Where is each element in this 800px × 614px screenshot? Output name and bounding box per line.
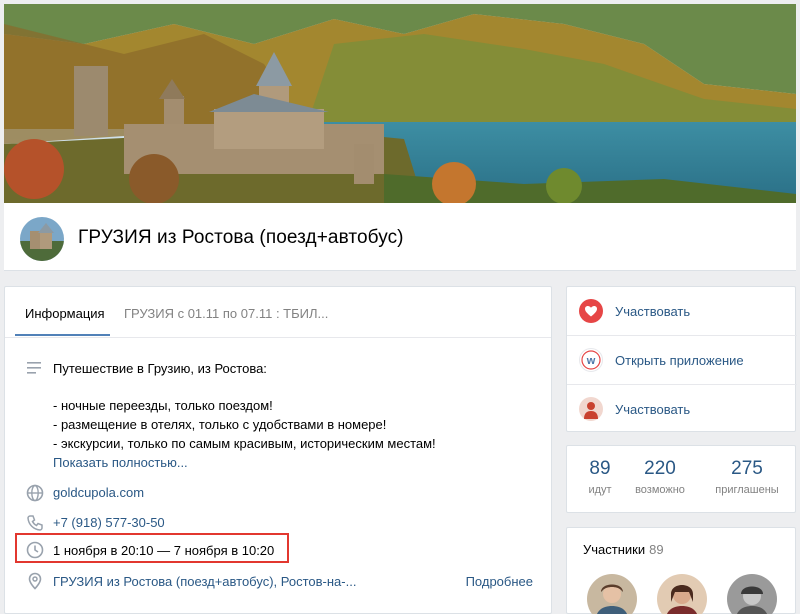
phone-icon (25, 513, 45, 533)
stat-going-value: 89 (589, 458, 611, 479)
participate-app-button[interactable]: Участвовать (567, 385, 797, 433)
cover-landscape (4, 4, 796, 204)
members-card: Участники 89 (566, 527, 796, 614)
app-icon: w (579, 348, 603, 372)
stat-invited-value: 275 (731, 458, 763, 479)
description-line: - экскурсии, только по самым красивым, и… (53, 436, 436, 451)
globe-icon (25, 483, 45, 503)
stat-maybe-label: возможно (635, 484, 685, 496)
show-more-link[interactable]: Показать полностью... (53, 455, 188, 470)
phone-row: +7 (918) 577-30-50 (5, 512, 553, 534)
phone-link[interactable]: +7 (918) 577-30-50 (53, 515, 165, 530)
description-line: - ночные переезды, только поездом! (53, 398, 273, 413)
person-avatar-icon (579, 397, 603, 421)
members-count: 89 (649, 542, 664, 557)
stat-going-label: идут (588, 484, 612, 496)
event-dates: 1 ноября в 20:10 — 7 ноября в 10:20 (53, 543, 275, 558)
location-pin-icon (25, 571, 45, 591)
stats-card: 89 идут 220 возможно 275 приглашены (566, 445, 796, 513)
active-tab-indicator (15, 334, 110, 336)
participate-label: Участвовать (615, 304, 691, 319)
dates-row: 1 ноября в 20:10 — 7 ноября в 10:20 (5, 540, 553, 562)
location-row: ГРУЗИЯ из Ростова (поезд+автобус), Росто… (5, 571, 553, 593)
heart-icon (579, 299, 603, 323)
info-tabs: Информация ГРУЗИЯ с 01.11 по 07.11 : ТБИ… (5, 287, 551, 338)
website-row: goldcupola.com (5, 482, 553, 504)
member-avatar[interactable] (657, 574, 707, 614)
stat-invited[interactable]: 275 приглашены (707, 458, 787, 496)
open-app-button[interactable]: w Открыть приложение (567, 336, 797, 384)
location-link[interactable]: ГРУЗИЯ из Ростова (поезд+автобус), Росто… (53, 574, 356, 589)
tab-event-dates[interactable]: ГРУЗИЯ с 01.11 по 07.11 : ТБИЛ... (124, 306, 328, 321)
participate-app-label: Участвовать (615, 402, 691, 417)
members-header[interactable]: Участники 89 (583, 542, 664, 557)
website-link[interactable]: goldcupola.com (53, 485, 144, 500)
group-header: ГРУЗИЯ из Ростова (поезд+автобус) (4, 203, 796, 271)
participate-button[interactable]: Участвовать (567, 287, 797, 335)
description-line: Путешествие в Грузию, из Ростова: (53, 361, 267, 376)
text-lines-icon (25, 360, 45, 380)
description-line: - размещение в отелях, только с удобства… (53, 417, 387, 432)
stat-maybe-value: 220 (644, 458, 676, 479)
stat-maybe[interactable]: 220 возможно (627, 458, 693, 496)
group-avatar[interactable] (20, 217, 64, 261)
svg-text:w: w (586, 355, 596, 367)
members-title: Участники (583, 542, 646, 557)
info-card: Информация ГРУЗИЯ с 01.11 по 07.11 : ТБИ… (4, 286, 552, 614)
cover-image (4, 4, 796, 204)
stat-invited-label: приглашены (715, 484, 779, 496)
tab-information[interactable]: Информация (25, 306, 105, 321)
clock-icon (25, 540, 45, 560)
open-app-label: Открыть приложение (615, 353, 744, 368)
member-avatar[interactable] (727, 574, 777, 614)
stat-going[interactable]: 89 идут (575, 458, 625, 496)
member-avatar[interactable] (587, 574, 637, 614)
avatar-image (20, 217, 64, 261)
group-title: ГРУЗИЯ из Ростова (поезд+автобус) (78, 227, 404, 248)
actions-card: Участвовать w Открыть приложение Участво… (566, 286, 797, 433)
location-more-link[interactable]: Подробнее (466, 574, 533, 589)
